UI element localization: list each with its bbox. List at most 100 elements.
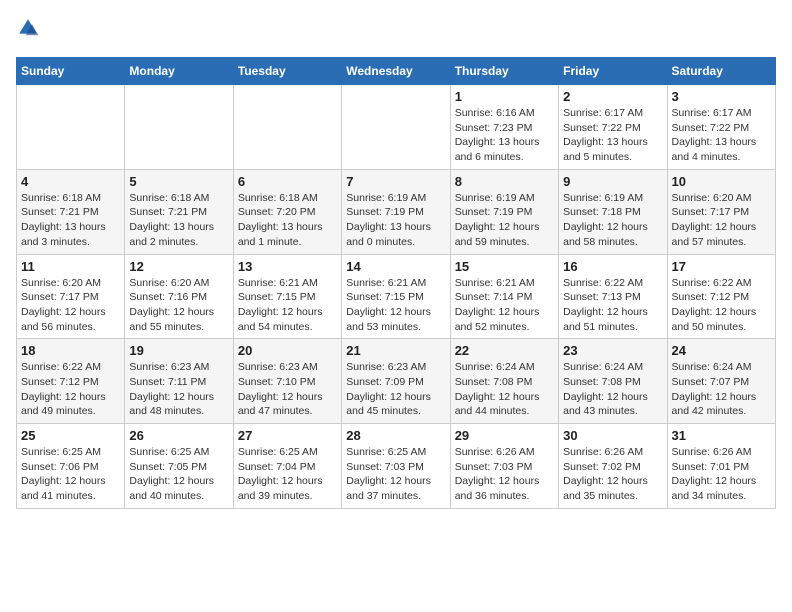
day-info: Sunrise: 6:19 AMSunset: 7:19 PMDaylight:… [455, 191, 554, 250]
day-info: Sunrise: 6:25 AMSunset: 7:04 PMDaylight:… [238, 445, 337, 504]
header-sunday: Sunday [17, 58, 125, 85]
day-info: Sunrise: 6:23 AMSunset: 7:09 PMDaylight:… [346, 360, 445, 419]
day-number: 13 [238, 259, 337, 274]
day-number: 1 [455, 89, 554, 104]
calendar-cell: 23 Sunrise: 6:24 AMSunset: 7:08 PMDayligh… [559, 339, 667, 424]
day-number: 19 [129, 343, 228, 358]
day-number: 18 [21, 343, 120, 358]
day-info: Sunrise: 6:19 AMSunset: 7:18 PMDaylight:… [563, 191, 662, 250]
calendar-cell: 21 Sunrise: 6:23 AMSunset: 7:09 PMDayligh… [342, 339, 450, 424]
day-info: Sunrise: 6:25 AMSunset: 7:06 PMDaylight:… [21, 445, 120, 504]
day-number: 11 [21, 259, 120, 274]
header-tuesday: Tuesday [233, 58, 341, 85]
calendar-cell: 19 Sunrise: 6:23 AMSunset: 7:11 PMDayligh… [125, 339, 233, 424]
day-number: 27 [238, 428, 337, 443]
day-number: 6 [238, 174, 337, 189]
calendar-cell: 2 Sunrise: 6:17 AMSunset: 7:22 PMDaylight… [559, 85, 667, 170]
day-number: 14 [346, 259, 445, 274]
day-number: 16 [563, 259, 662, 274]
day-info: Sunrise: 6:18 AMSunset: 7:20 PMDaylight:… [238, 191, 337, 250]
calendar-cell: 30 Sunrise: 6:26 AMSunset: 7:02 PMDayligh… [559, 424, 667, 509]
calendar-cell: 12Sunrise: 6:20 AMSunset: 7:16 PMDayligh… [125, 254, 233, 339]
calendar-cell: 18 Sunrise: 6:22 AMSunset: 7:12 PMDayligh… [17, 339, 125, 424]
day-info: Sunrise: 6:22 AMSunset: 7:12 PMDaylight:… [672, 276, 771, 335]
day-number: 17 [672, 259, 771, 274]
header-wednesday: Wednesday [342, 58, 450, 85]
day-info: Sunrise: 6:16 AMSunset: 7:23 PMDaylight:… [455, 106, 554, 165]
day-number: 25 [21, 428, 120, 443]
calendar-cell: 3 Sunrise: 6:17 AMSunset: 7:22 PMDaylight… [667, 85, 775, 170]
calendar-week-2: 4 Sunrise: 6:18 AMSunset: 7:21 PMDaylight… [17, 169, 776, 254]
header-friday: Friday [559, 58, 667, 85]
day-number: 28 [346, 428, 445, 443]
day-info: Sunrise: 6:26 AMSunset: 7:02 PMDaylight:… [563, 445, 662, 504]
calendar-week-3: 11 Sunrise: 6:20 AMSunset: 7:17 PMDayligh… [17, 254, 776, 339]
day-info: Sunrise: 6:24 AMSunset: 7:07 PMDaylight:… [672, 360, 771, 419]
calendar-week-4: 18 Sunrise: 6:22 AMSunset: 7:12 PMDayligh… [17, 339, 776, 424]
day-number: 3 [672, 89, 771, 104]
day-info: Sunrise: 6:23 AMSunset: 7:10 PMDaylight:… [238, 360, 337, 419]
day-info: Sunrise: 6:25 AMSunset: 7:05 PMDaylight:… [129, 445, 228, 504]
day-number: 23 [563, 343, 662, 358]
calendar-week-5: 25 Sunrise: 6:25 AMSunset: 7:06 PMDayligh… [17, 424, 776, 509]
day-number: 2 [563, 89, 662, 104]
logo-icon [16, 16, 40, 40]
calendar-cell [17, 85, 125, 170]
calendar-cell [342, 85, 450, 170]
day-number: 15 [455, 259, 554, 274]
header-monday: Monday [125, 58, 233, 85]
calendar-cell: 20 Sunrise: 6:23 AMSunset: 7:10 PMDayligh… [233, 339, 341, 424]
day-number: 31 [672, 428, 771, 443]
calendar-cell: 26 Sunrise: 6:25 AMSunset: 7:05 PMDayligh… [125, 424, 233, 509]
day-info: Sunrise: 6:20 AMSunset: 7:16 PMDaylight:… [129, 276, 228, 335]
day-info: Sunrise: 6:21 AMSunset: 7:15 PMDaylight:… [346, 276, 445, 335]
day-info: Sunrise: 6:17 AMSunset: 7:22 PMDaylight:… [563, 106, 662, 165]
day-number: 22 [455, 343, 554, 358]
day-number: 9 [563, 174, 662, 189]
calendar-cell [233, 85, 341, 170]
day-info: Sunrise: 6:18 AMSunset: 7:21 PMDaylight:… [129, 191, 228, 250]
calendar-cell: 11 Sunrise: 6:20 AMSunset: 7:17 PMDayligh… [17, 254, 125, 339]
day-info: Sunrise: 6:21 AMSunset: 7:14 PMDaylight:… [455, 276, 554, 335]
day-number: 30 [563, 428, 662, 443]
day-number: 7 [346, 174, 445, 189]
day-number: 20 [238, 343, 337, 358]
calendar-week-1: 1 Sunrise: 6:16 AMSunset: 7:23 PMDaylight… [17, 85, 776, 170]
day-info: Sunrise: 6:20 AMSunset: 7:17 PMDaylight:… [21, 276, 120, 335]
calendar-cell: 25 Sunrise: 6:25 AMSunset: 7:06 PMDayligh… [17, 424, 125, 509]
day-number: 29 [455, 428, 554, 443]
day-info: Sunrise: 6:17 AMSunset: 7:22 PMDaylight:… [672, 106, 771, 165]
calendar-cell: 10 Sunrise: 6:20 AMSunset: 7:17 PMDayligh… [667, 169, 775, 254]
day-info: Sunrise: 6:23 AMSunset: 7:11 PMDaylight:… [129, 360, 228, 419]
calendar-cell: 7 Sunrise: 6:19 AMSunset: 7:19 PMDaylight… [342, 169, 450, 254]
calendar-cell: 6 Sunrise: 6:18 AMSunset: 7:20 PMDaylight… [233, 169, 341, 254]
day-info: Sunrise: 6:20 AMSunset: 7:17 PMDaylight:… [672, 191, 771, 250]
calendar-cell: 14 Sunrise: 6:21 AMSunset: 7:15 PMDayligh… [342, 254, 450, 339]
calendar-cell: 17 Sunrise: 6:22 AMSunset: 7:12 PMDayligh… [667, 254, 775, 339]
day-info: Sunrise: 6:19 AMSunset: 7:19 PMDaylight:… [346, 191, 445, 250]
calendar-cell: 24 Sunrise: 6:24 AMSunset: 7:07 PMDayligh… [667, 339, 775, 424]
calendar-cell: 1 Sunrise: 6:16 AMSunset: 7:23 PMDaylight… [450, 85, 558, 170]
day-info: Sunrise: 6:24 AMSunset: 7:08 PMDaylight:… [563, 360, 662, 419]
day-number: 4 [21, 174, 120, 189]
day-number: 5 [129, 174, 228, 189]
calendar-cell: 28Sunrise: 6:25 AMSunset: 7:03 PMDayligh… [342, 424, 450, 509]
calendar-cell [125, 85, 233, 170]
header-thursday: Thursday [450, 58, 558, 85]
calendar-cell: 4Sunrise: 6:18 AMSunset: 7:21 PMDaylight… [17, 169, 125, 254]
header [16, 16, 776, 45]
day-number: 21 [346, 343, 445, 358]
calendar-cell: 13 Sunrise: 6:21 AMSunset: 7:15 PMDayligh… [233, 254, 341, 339]
day-number: 24 [672, 343, 771, 358]
day-number: 26 [129, 428, 228, 443]
day-number: 10 [672, 174, 771, 189]
calendar-header-row: SundayMondayTuesdayWednesdayThursdayFrid… [17, 58, 776, 85]
day-info: Sunrise: 6:21 AMSunset: 7:15 PMDaylight:… [238, 276, 337, 335]
day-info: Sunrise: 6:22 AMSunset: 7:12 PMDaylight:… [21, 360, 120, 419]
day-info: Sunrise: 6:26 AMSunset: 7:03 PMDaylight:… [455, 445, 554, 504]
calendar-cell: 16 Sunrise: 6:22 AMSunset: 7:13 PMDayligh… [559, 254, 667, 339]
day-info: Sunrise: 6:22 AMSunset: 7:13 PMDaylight:… [563, 276, 662, 335]
calendar-cell: 31Sunrise: 6:26 AMSunset: 7:01 PMDayligh… [667, 424, 775, 509]
calendar-cell: 5 Sunrise: 6:18 AMSunset: 7:21 PMDaylight… [125, 169, 233, 254]
calendar-cell: 9 Sunrise: 6:19 AMSunset: 7:18 PMDaylight… [559, 169, 667, 254]
